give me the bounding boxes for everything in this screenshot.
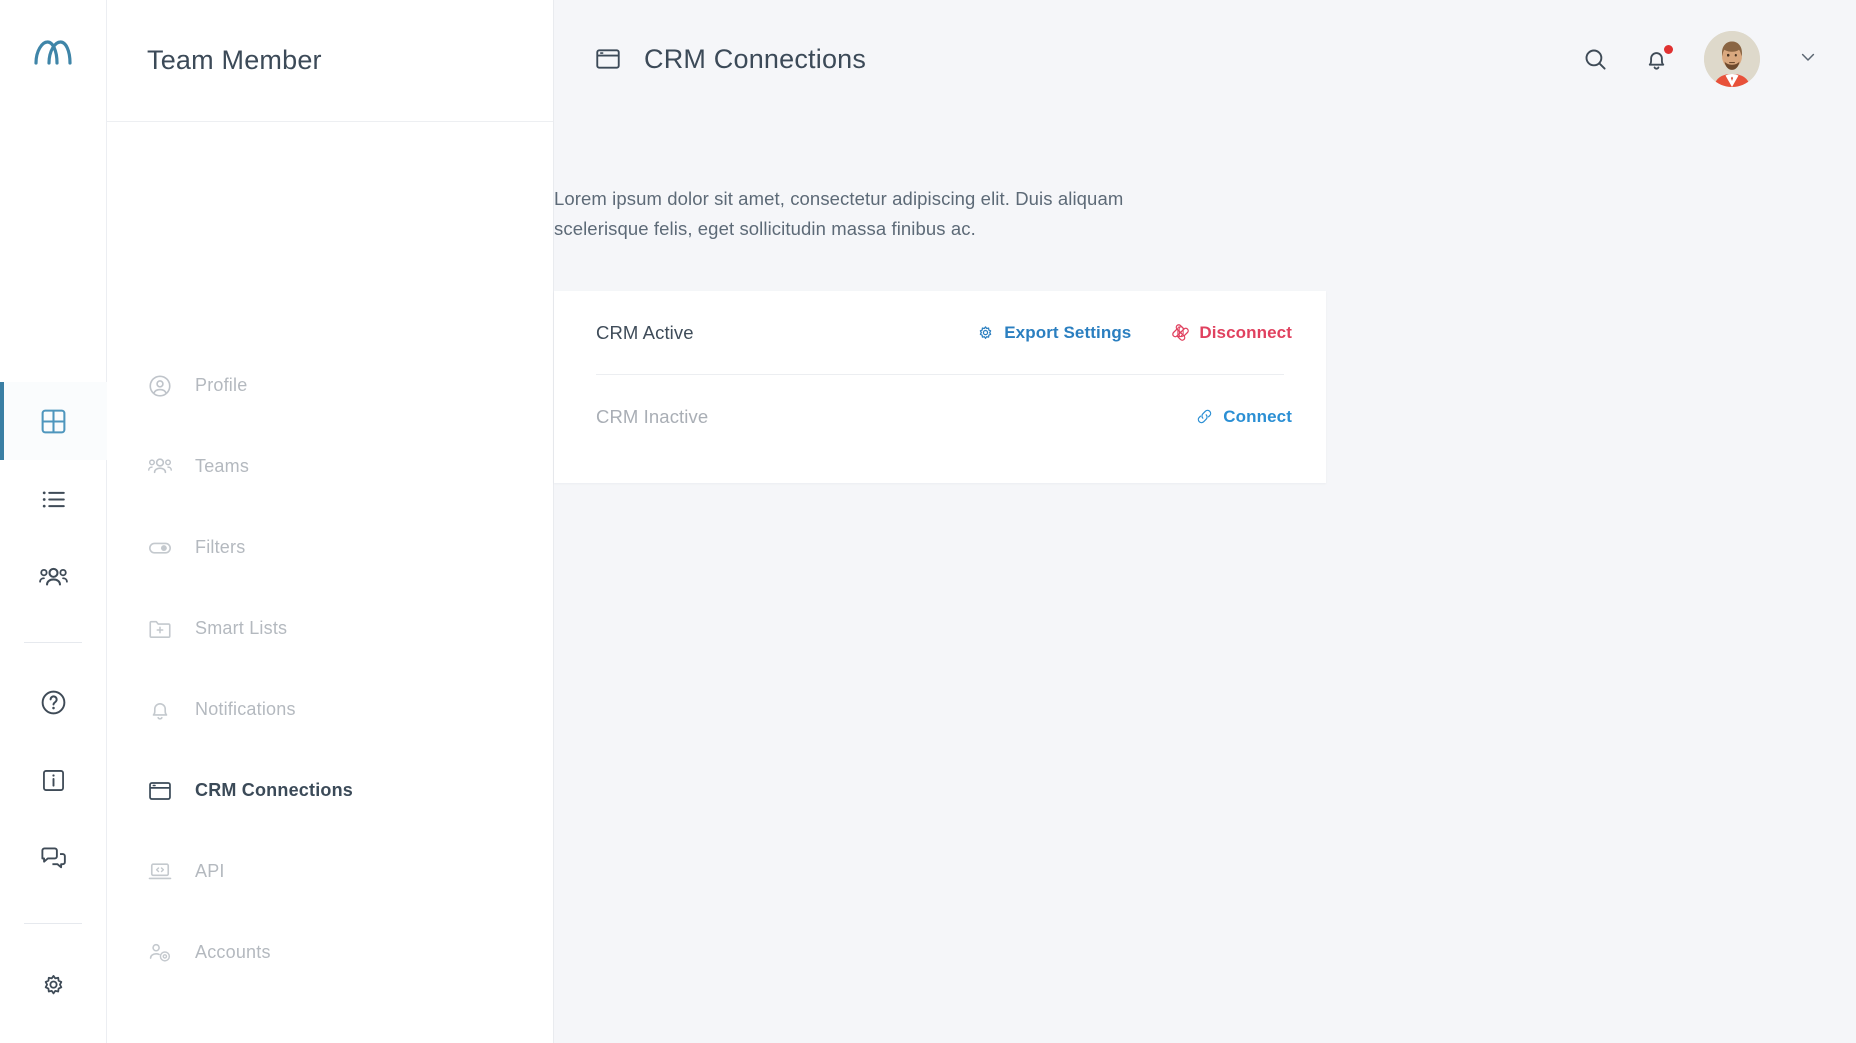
folder-plus-icon [147,616,173,642]
window-icon [147,778,173,804]
window-icon [594,45,622,73]
user-gear-icon [147,940,173,966]
sidebar-item-label: Filters [195,537,246,557]
sidebar-item-label: Smart Lists [195,618,288,638]
sidebar-item-api[interactable]: API [107,831,553,912]
rail-item-help[interactable] [0,663,107,741]
connect-button[interactable]: Connect [1195,407,1292,427]
sidebar-item-label: Notifications [195,699,296,719]
crm-name: CRM Active [596,321,694,343]
sidebar-item-accounts[interactable]: Accounts [107,912,553,993]
sidebar-item-label: Accounts [195,942,271,962]
people-group-icon [38,567,68,586]
app-root: Team Member Profile Teams Filters Smart … [0,0,1856,1043]
page-title: CRM Connections [644,43,867,74]
rail-item-info[interactable] [0,741,107,819]
rail-item-settings[interactable] [0,944,107,1025]
toggle-switch-icon [147,535,173,561]
export-settings-label: Export Settings [1004,322,1132,342]
avatar[interactable] [1704,31,1760,87]
sidebar-item-crm-connections[interactable]: CRM Connections [107,750,553,831]
connect-label: Connect [1223,406,1292,426]
sidebar-item-label: CRM Connections [195,780,353,800]
question-circle-icon [41,690,65,714]
notification-dot [1664,44,1673,54]
card-bottom-padding [554,458,1326,483]
top-bar: CRM Connections [554,0,1856,118]
sidebar-header: Team Member [107,0,553,122]
crm-row-actions: Connect [1195,407,1292,427]
grid-dashboard-icon [41,409,65,434]
export-settings-button[interactable]: Export Settings [976,323,1131,343]
rail-item-messages[interactable] [0,819,107,897]
rail-item-dashboard[interactable] [0,382,107,461]
bell-icon [147,697,173,723]
sidebar-item-notifications[interactable]: Notifications [107,669,553,750]
rail-item-lists[interactable] [0,460,107,538]
page-description: Lorem ipsum dolor sit amet, consectetur … [554,188,1124,239]
chat-bubbles-icon [40,847,66,869]
crm-name: CRM Inactive [596,405,709,427]
page-title-group: CRM Connections [594,44,866,75]
top-bar-actions [1582,31,1818,87]
unlink-icon [1171,323,1190,342]
app-logo[interactable] [0,0,106,103]
crm-row-actions: Export Settings Disconnect [976,323,1292,343]
rail-item-people[interactable] [0,538,107,616]
account-menu-button[interactable] [1798,47,1818,72]
sidebar-title: Team Member [147,45,322,75]
crm-connections-card: CRM Active Export Settings Disconnect CR… [554,291,1326,483]
meta-arch-logo-icon [34,39,72,65]
rail-divider-1 [24,642,82,644]
user-avatar-icon [1704,31,1760,87]
sidebar-item-filters[interactable]: Filters [107,507,553,588]
bullet-list-icon [42,491,65,508]
rail-divider-2 [24,923,82,924]
link-icon [1195,407,1214,426]
crm-connection-row-inactive: CRM Inactive Connect [554,375,1326,458]
content-area: Lorem ipsum dolor sit amet, consectetur … [0,118,1856,483]
sidebar-item-label: API [195,861,225,881]
sidebar-item-smart-lists[interactable]: Smart Lists [107,588,553,669]
chevron-down-icon [1801,53,1815,61]
disconnect-label: Disconnect [1199,322,1292,342]
disconnect-button[interactable]: Disconnect [1171,323,1292,343]
gear-icon [976,323,995,342]
notifications-button[interactable] [1643,44,1673,73]
main-area: CRM Connections Lorem ipsum dolor sit am… [554,0,1856,1043]
laptop-code-icon [147,859,173,885]
gear-icon [44,975,62,995]
info-box-icon [42,769,64,791]
search-button[interactable] [1582,46,1609,73]
search-icon [1585,49,1606,70]
rail-bottom-section [0,897,106,1043]
crm-connection-row-active: CRM Active Export Settings Disconnect [554,291,1326,374]
